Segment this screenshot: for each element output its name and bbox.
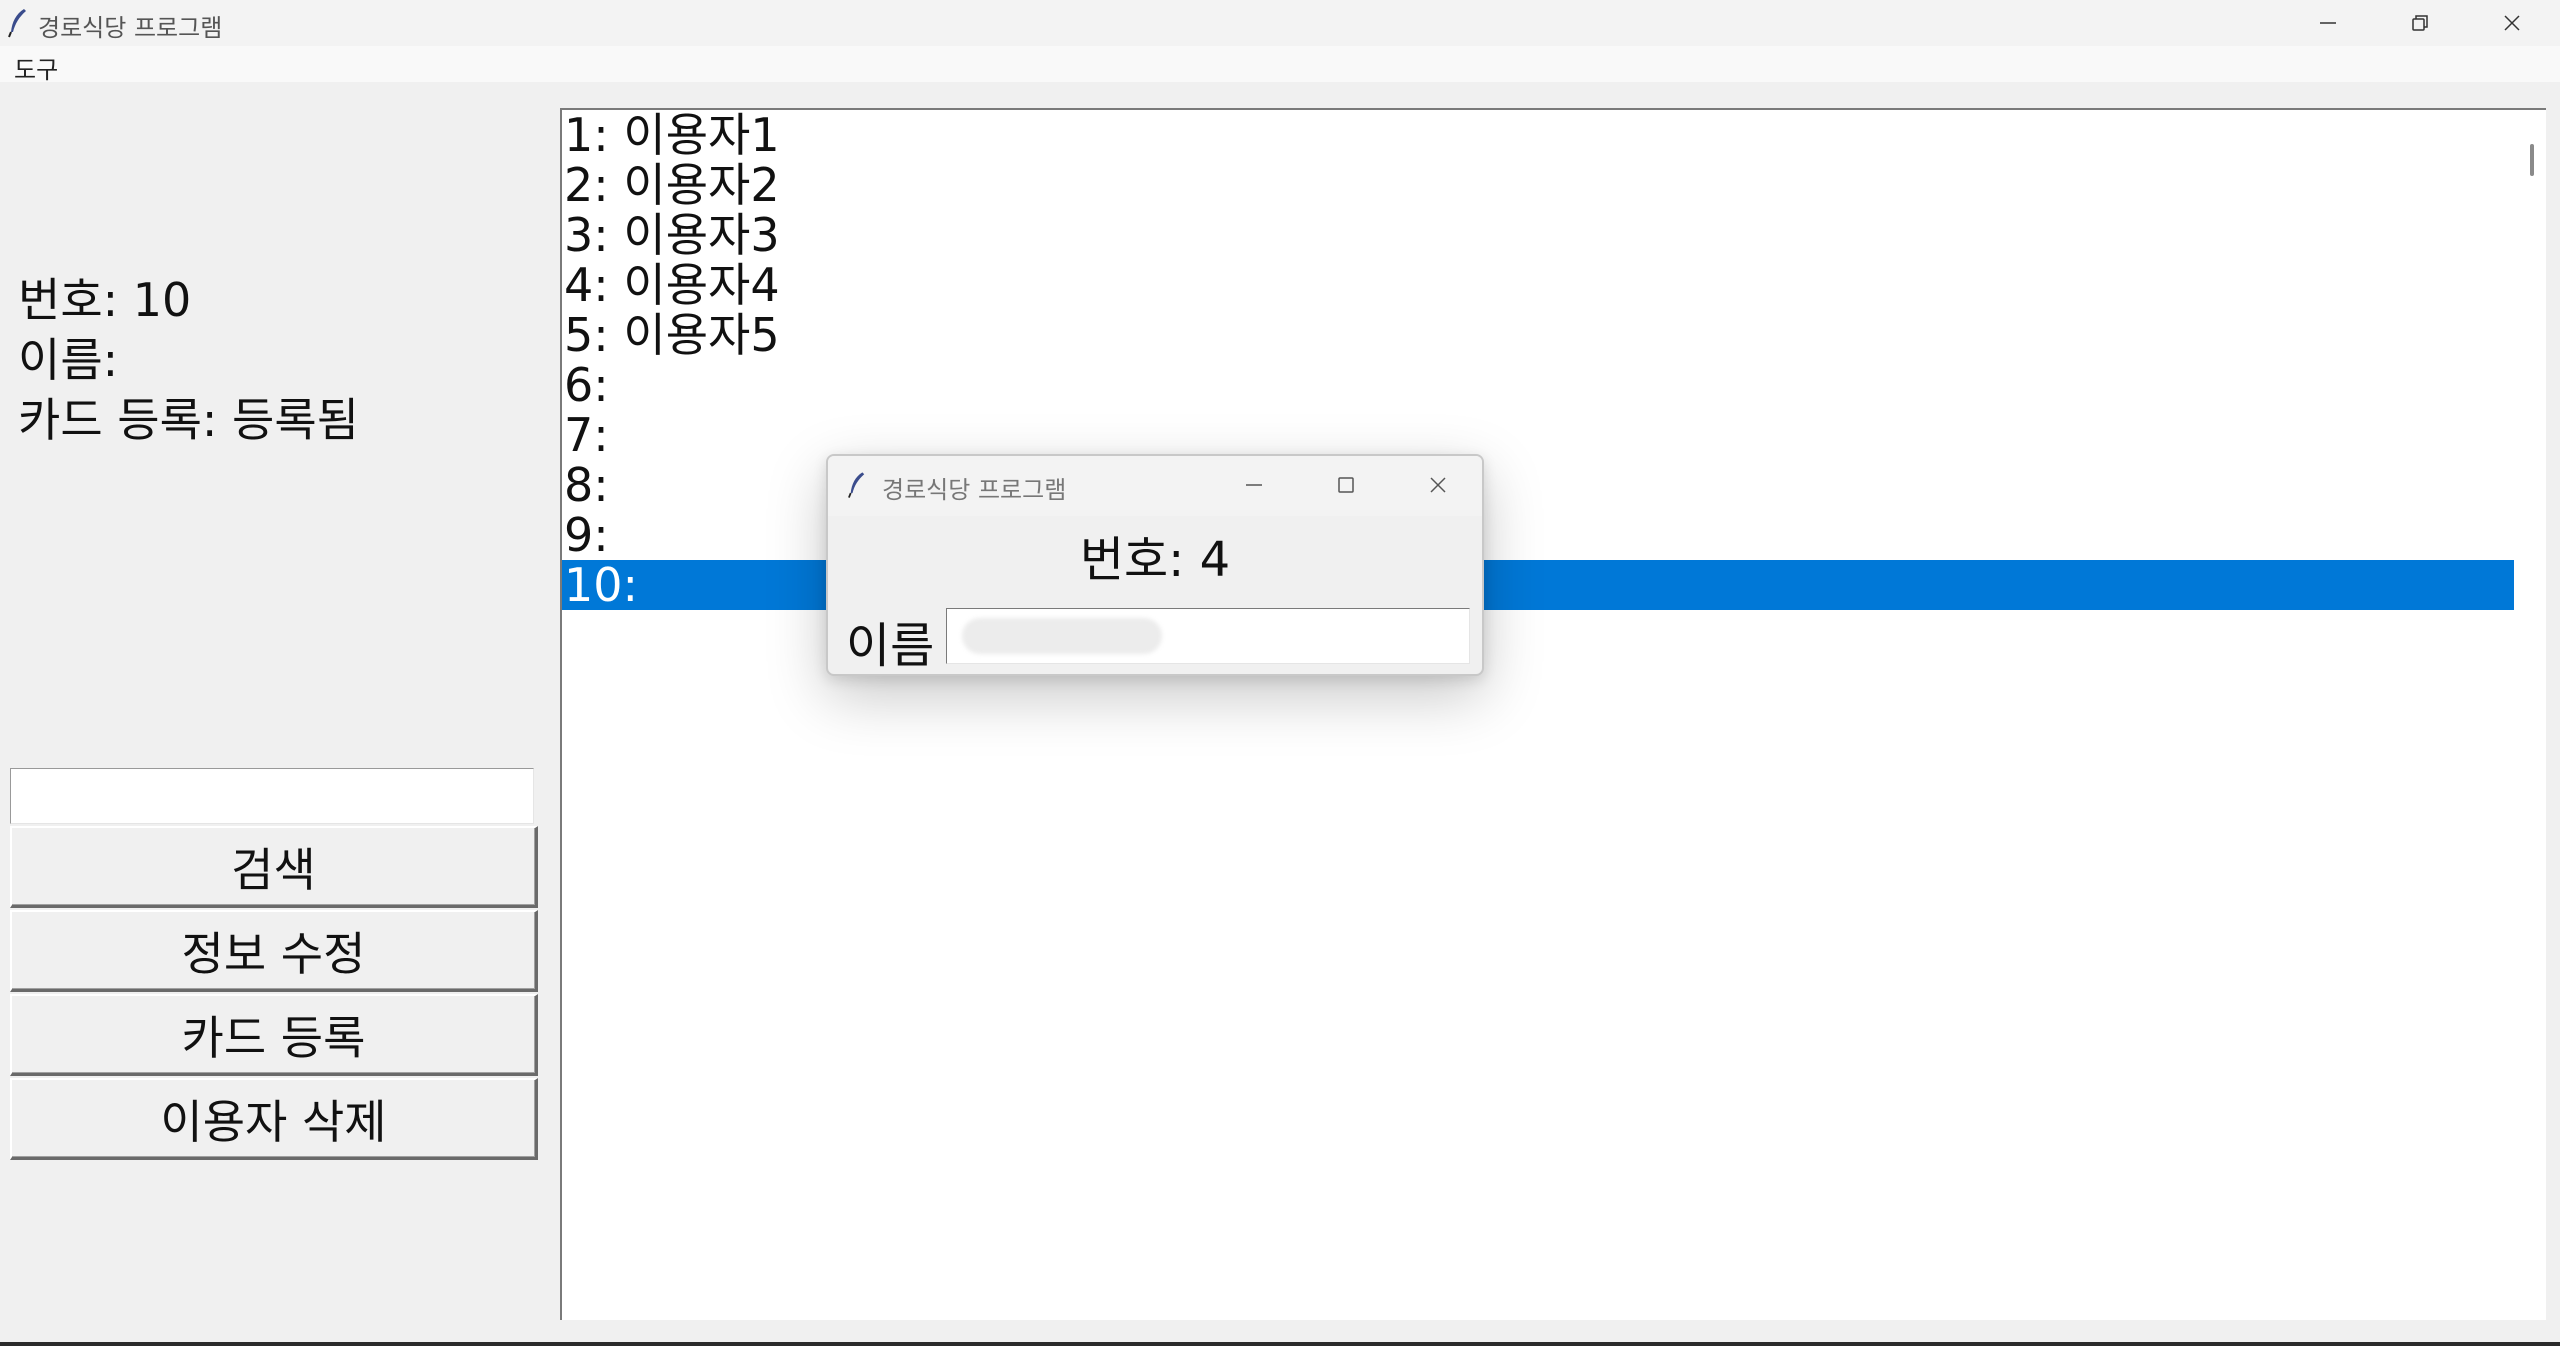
close-icon [2504,15,2520,31]
list-item[interactable]: 6: [562,360,2514,410]
edit-info-button[interactable]: 정보 수정 [10,910,538,992]
list-item[interactable]: 4: 이용자4 [562,260,2514,310]
search-button[interactable]: 검색 [10,826,538,908]
close-button[interactable] [2466,0,2558,46]
list-scrollbar[interactable] [2516,110,2546,1320]
restore-icon [2412,15,2428,31]
list-item[interactable]: 2: 이용자2 [562,160,2514,210]
dialog-name-label: 이름 [846,618,935,674]
restore-button[interactable] [2374,0,2466,46]
minimize-button[interactable] [2282,0,2374,46]
maximize-icon [1338,477,1354,493]
dialog-number-label: 번호: 4 [1079,532,1231,588]
register-card-button[interactable]: 카드 등록 [10,994,538,1076]
dialog-title: 경로식당 프로그램 [882,476,1067,504]
delete-user-button[interactable]: 이용자 삭제 [10,1078,538,1160]
scrollbar-thumb[interactable] [2530,144,2534,176]
dialog-title-bar[interactable]: 경로식당 프로그램 [828,456,1482,516]
window-title: 경로식당 프로그램 [38,14,223,42]
title-bar[interactable]: 경로식당 프로그램 [0,0,2560,46]
minimize-icon [2320,22,2336,24]
search-input[interactable] [10,768,534,824]
user-listbox[interactable]: 1: 이용자1 2: 이용자2 3: 이용자3 4: 이용자4 5: 이용자5 … [560,108,2546,1320]
minimize-icon [1246,484,1262,486]
list-item[interactable]: 1: 이용자1 [562,110,2514,160]
info-name: 이름: [18,333,119,387]
menu-tools[interactable]: 도구 [14,50,58,85]
info-number: 번호: 10 [18,273,192,327]
list-item[interactable]: 5: 이용자5 [562,310,2514,360]
edit-dialog: 경로식당 프로그램 번호: 4 이름 [826,454,1484,676]
feather-icon [848,472,865,498]
dialog-maximize-button[interactable] [1316,462,1376,508]
redacted-text [962,618,1162,654]
menu-bar: 도구 [0,46,2560,85]
close-icon [1430,477,1446,493]
feather-icon [8,9,26,38]
list-item[interactable]: 3: 이용자3 [562,210,2514,260]
info-card-status: 카드 등록: 등록됨 [18,393,359,447]
list-item[interactable]: 7: [562,410,2514,460]
dialog-close-button[interactable] [1408,462,1468,508]
dialog-minimize-button[interactable] [1224,462,1284,508]
